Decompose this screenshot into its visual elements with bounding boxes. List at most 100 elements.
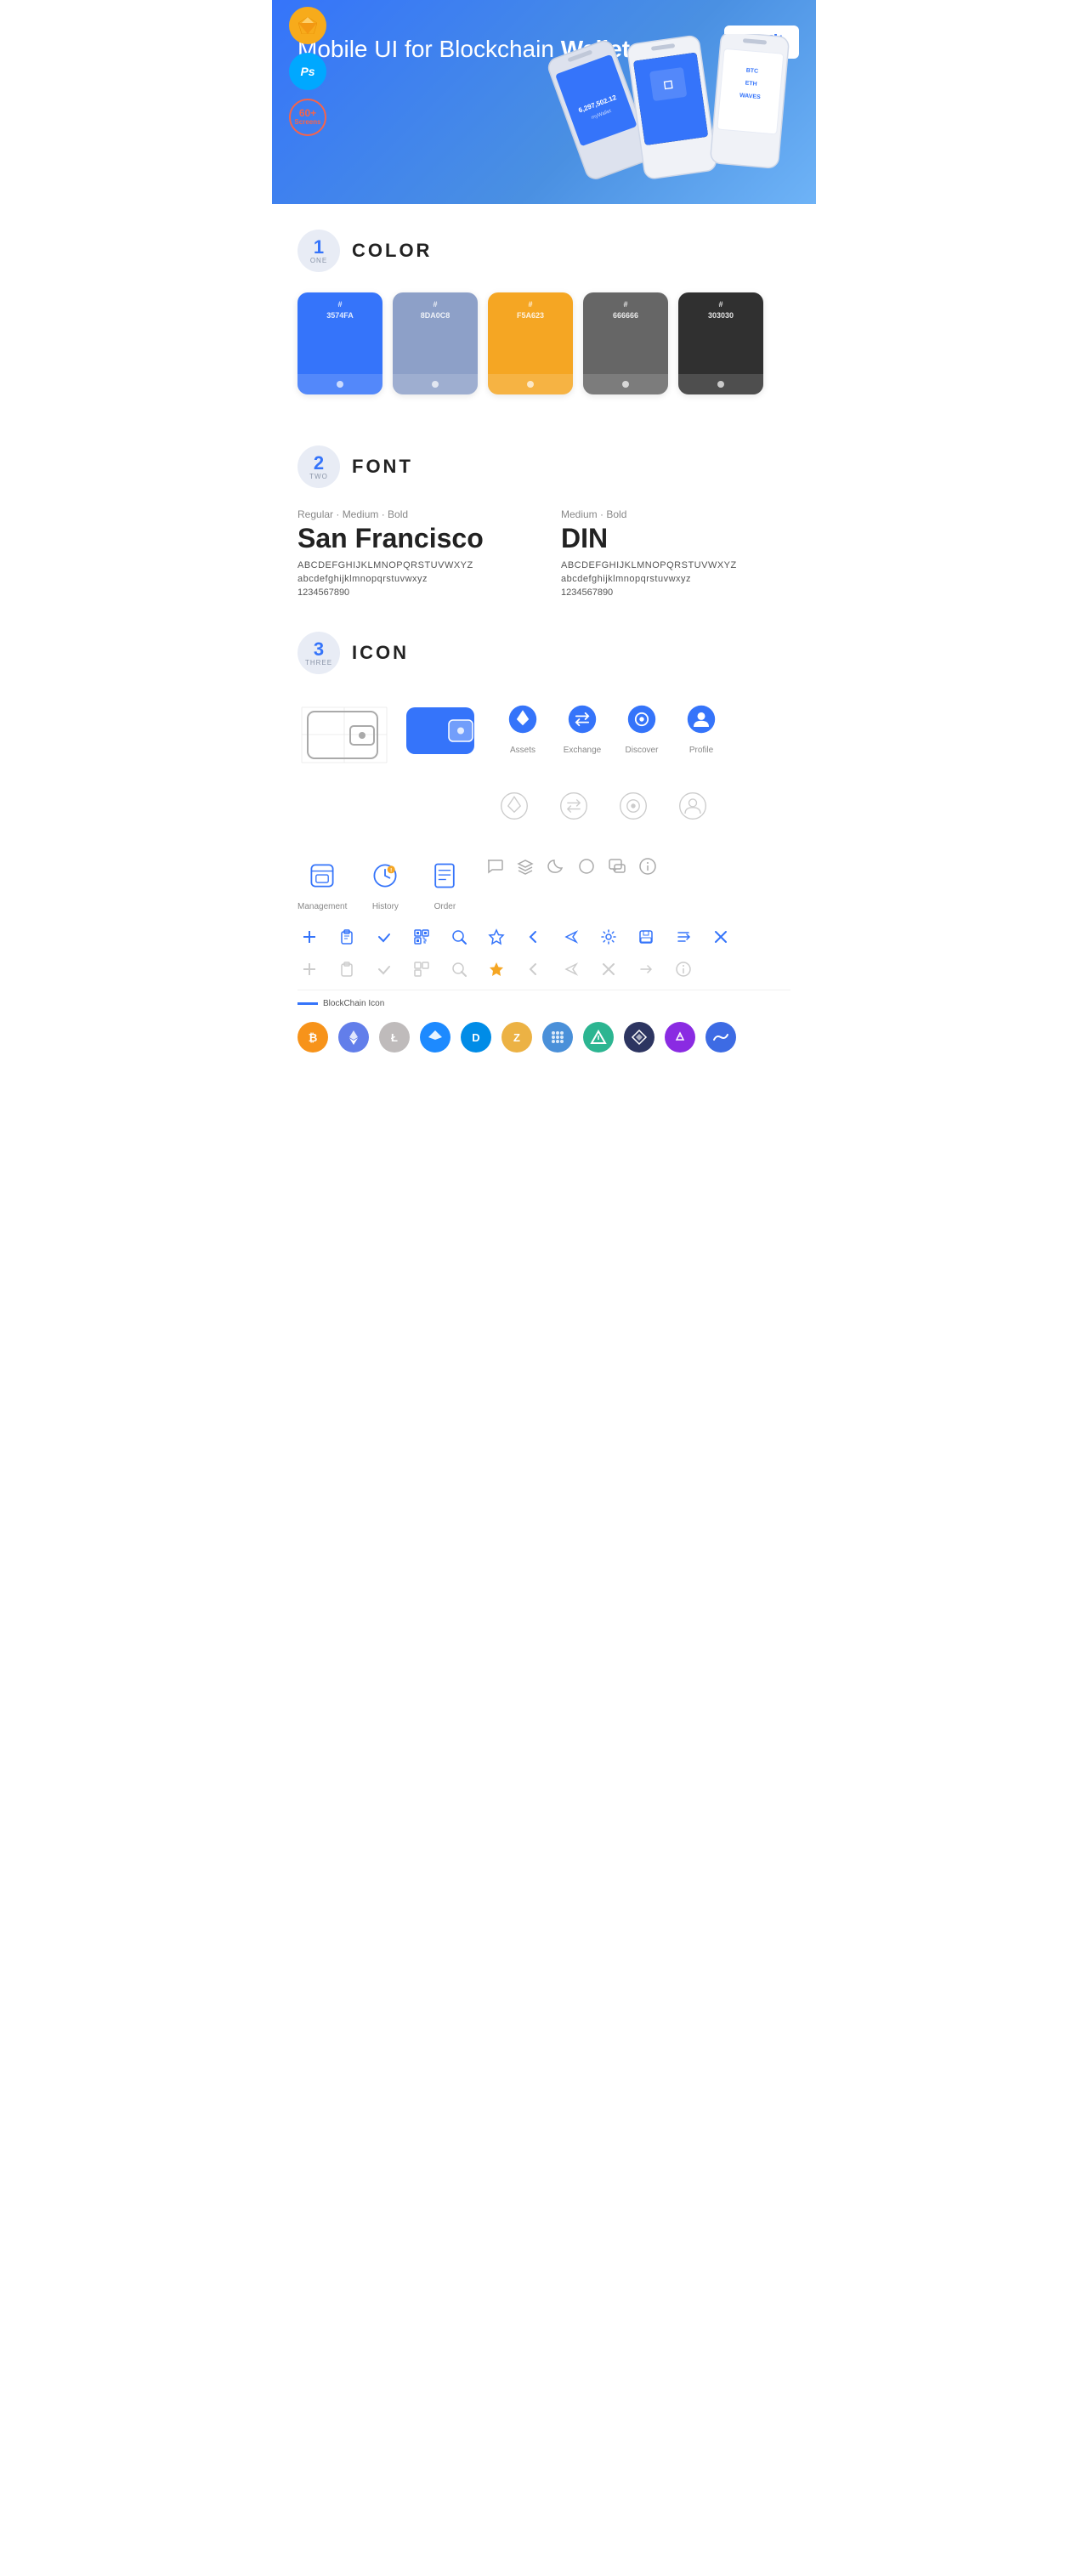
assets-outline-icon bbox=[493, 785, 536, 827]
layers-icon bbox=[513, 854, 537, 878]
ps-badge: Ps bbox=[289, 53, 326, 90]
waves-icon bbox=[706, 1022, 736, 1053]
assets-icon bbox=[502, 698, 544, 740]
color-title: COLOR bbox=[352, 240, 432, 262]
star-icon bbox=[484, 925, 508, 949]
history-icon-item: ! History bbox=[364, 854, 406, 911]
litecoin-icon: Ł bbox=[379, 1022, 410, 1053]
back-icon bbox=[522, 925, 546, 949]
settings-icon bbox=[597, 925, 620, 949]
poa-icon bbox=[542, 1022, 573, 1053]
icon-title: ICON bbox=[352, 642, 409, 664]
font-din: Medium · Bold DIN ABCDEFGHIJKLMNOPQRSTUV… bbox=[561, 508, 790, 598]
svg-text:!: ! bbox=[391, 868, 393, 874]
hero-badges: Ps 60+ Screens bbox=[289, 7, 326, 136]
small-icons-row-gray bbox=[298, 957, 790, 981]
star-icon-orange bbox=[484, 957, 508, 981]
management-icon bbox=[301, 854, 343, 897]
augur-icon bbox=[583, 1022, 614, 1053]
dash-icon: D bbox=[461, 1022, 491, 1053]
qr-icon bbox=[410, 925, 434, 949]
wallet-wireframe-icon bbox=[298, 699, 382, 767]
blockchain-label-row: BlockChain Icon bbox=[298, 999, 790, 1008]
icon-grid-outline bbox=[298, 785, 790, 841]
bottom-named-icons: Management ! History bbox=[298, 854, 790, 911]
check-icon bbox=[372, 925, 396, 949]
font-title: FONT bbox=[352, 456, 413, 478]
close-icon bbox=[709, 925, 733, 949]
font-section: 2 TWO FONT Regular · Medium · Bold San F… bbox=[272, 420, 816, 606]
color-section-header: 1 ONE COLOR bbox=[298, 230, 790, 272]
phones-decoration: 6,297,502.12 myWallet ◻ BTC ETH WAVES bbox=[544, 34, 816, 204]
back-icon-gray bbox=[522, 957, 546, 981]
swatch-dark: #303030 bbox=[678, 292, 763, 394]
wallet-icon-grid: Assets Exchange bbox=[298, 695, 790, 771]
blockchain-line bbox=[298, 1002, 318, 1005]
svg-text:Ł: Ł bbox=[391, 1031, 398, 1044]
info-icon-gray bbox=[672, 957, 695, 981]
misc-icons-row bbox=[483, 854, 660, 878]
font-section-number: 2 TWO bbox=[298, 445, 340, 488]
svg-text:◻: ◻ bbox=[662, 77, 674, 91]
history-icon: ! bbox=[364, 854, 406, 897]
small-icons-row-blue bbox=[298, 925, 790, 949]
icon-section-header: 3 THREE ICON bbox=[298, 632, 790, 674]
share-icon bbox=[559, 925, 583, 949]
exchange-outline-icon bbox=[552, 785, 595, 827]
check-icon-gray bbox=[372, 957, 396, 981]
save-icon bbox=[634, 925, 658, 949]
icon-section: 3 THREE ICON bbox=[272, 606, 816, 1095]
speech-icon bbox=[605, 854, 629, 878]
hero-section: Mobile UI for Blockchain Wallet UI Kit P… bbox=[272, 0, 816, 204]
search-icon-gray bbox=[447, 957, 471, 981]
sketch-badge bbox=[289, 7, 326, 44]
exchange-icon-item: Exchange bbox=[561, 698, 604, 755]
assets-icon-item: Assets bbox=[502, 698, 544, 755]
discover-icon bbox=[620, 698, 663, 740]
ethereum-icon bbox=[338, 1022, 369, 1053]
swatch-gray: #666666 bbox=[583, 292, 668, 394]
info-icon bbox=[636, 854, 660, 878]
profile-outline-icon bbox=[672, 785, 714, 827]
color-section-number: 1 ONE bbox=[298, 230, 340, 272]
svg-text:Z: Z bbox=[513, 1031, 520, 1044]
named-icons-outline bbox=[493, 785, 714, 827]
moon-icon bbox=[544, 854, 568, 878]
icon-section-number: 3 THREE bbox=[298, 632, 340, 674]
font-display: Regular · Medium · Bold San Francisco AB… bbox=[298, 508, 790, 598]
swatch-gray-blue: #8DA0C8 bbox=[393, 292, 478, 394]
profile-icon-item: Profile bbox=[680, 698, 722, 755]
discover-outline-icon bbox=[612, 785, 654, 827]
matic-icon bbox=[665, 1022, 695, 1053]
search-icon bbox=[447, 925, 471, 949]
stratis-icon bbox=[420, 1022, 450, 1053]
svg-text:ETH: ETH bbox=[745, 81, 757, 88]
qr-icon-gray bbox=[410, 957, 434, 981]
share-icon-gray bbox=[559, 957, 583, 981]
order-icon-item: Order bbox=[423, 854, 466, 911]
profile-icon bbox=[680, 698, 722, 740]
x-icon-gray bbox=[597, 957, 620, 981]
clipboard-icon bbox=[335, 925, 359, 949]
font-san-francisco: Regular · Medium · Bold San Francisco AB… bbox=[298, 508, 527, 598]
chat-icon bbox=[483, 854, 507, 878]
bitcoin-icon: ₿ bbox=[298, 1022, 328, 1053]
exchange-icon bbox=[561, 698, 604, 740]
svg-text:BTC: BTC bbox=[745, 68, 758, 75]
management-icon-item: Management bbox=[298, 854, 347, 911]
wallet-filled-icon bbox=[400, 695, 484, 771]
screens-badge: 60+ Screens bbox=[289, 99, 326, 136]
plus-icon-gray bbox=[298, 957, 321, 981]
plus-icon bbox=[298, 925, 321, 949]
circle-icon bbox=[575, 854, 598, 878]
crypto-icons-row: ₿ Ł D Z bbox=[298, 1013, 790, 1061]
compare-icon bbox=[672, 925, 695, 949]
color-swatches: #3574FA #8DA0C8 #F5A623 #666666 #303030 bbox=[298, 292, 790, 394]
svg-text:₿: ₿ bbox=[309, 1031, 318, 1044]
swatch-orange: #F5A623 bbox=[488, 292, 573, 394]
order-icon bbox=[423, 854, 466, 897]
swatch-blue: #3574FA bbox=[298, 292, 382, 394]
arrow-icon-gray bbox=[634, 957, 658, 981]
discover-icon-item: Discover bbox=[620, 698, 663, 755]
color-section: 1 ONE COLOR #3574FA #8DA0C8 #F5A623 #666… bbox=[272, 204, 816, 420]
